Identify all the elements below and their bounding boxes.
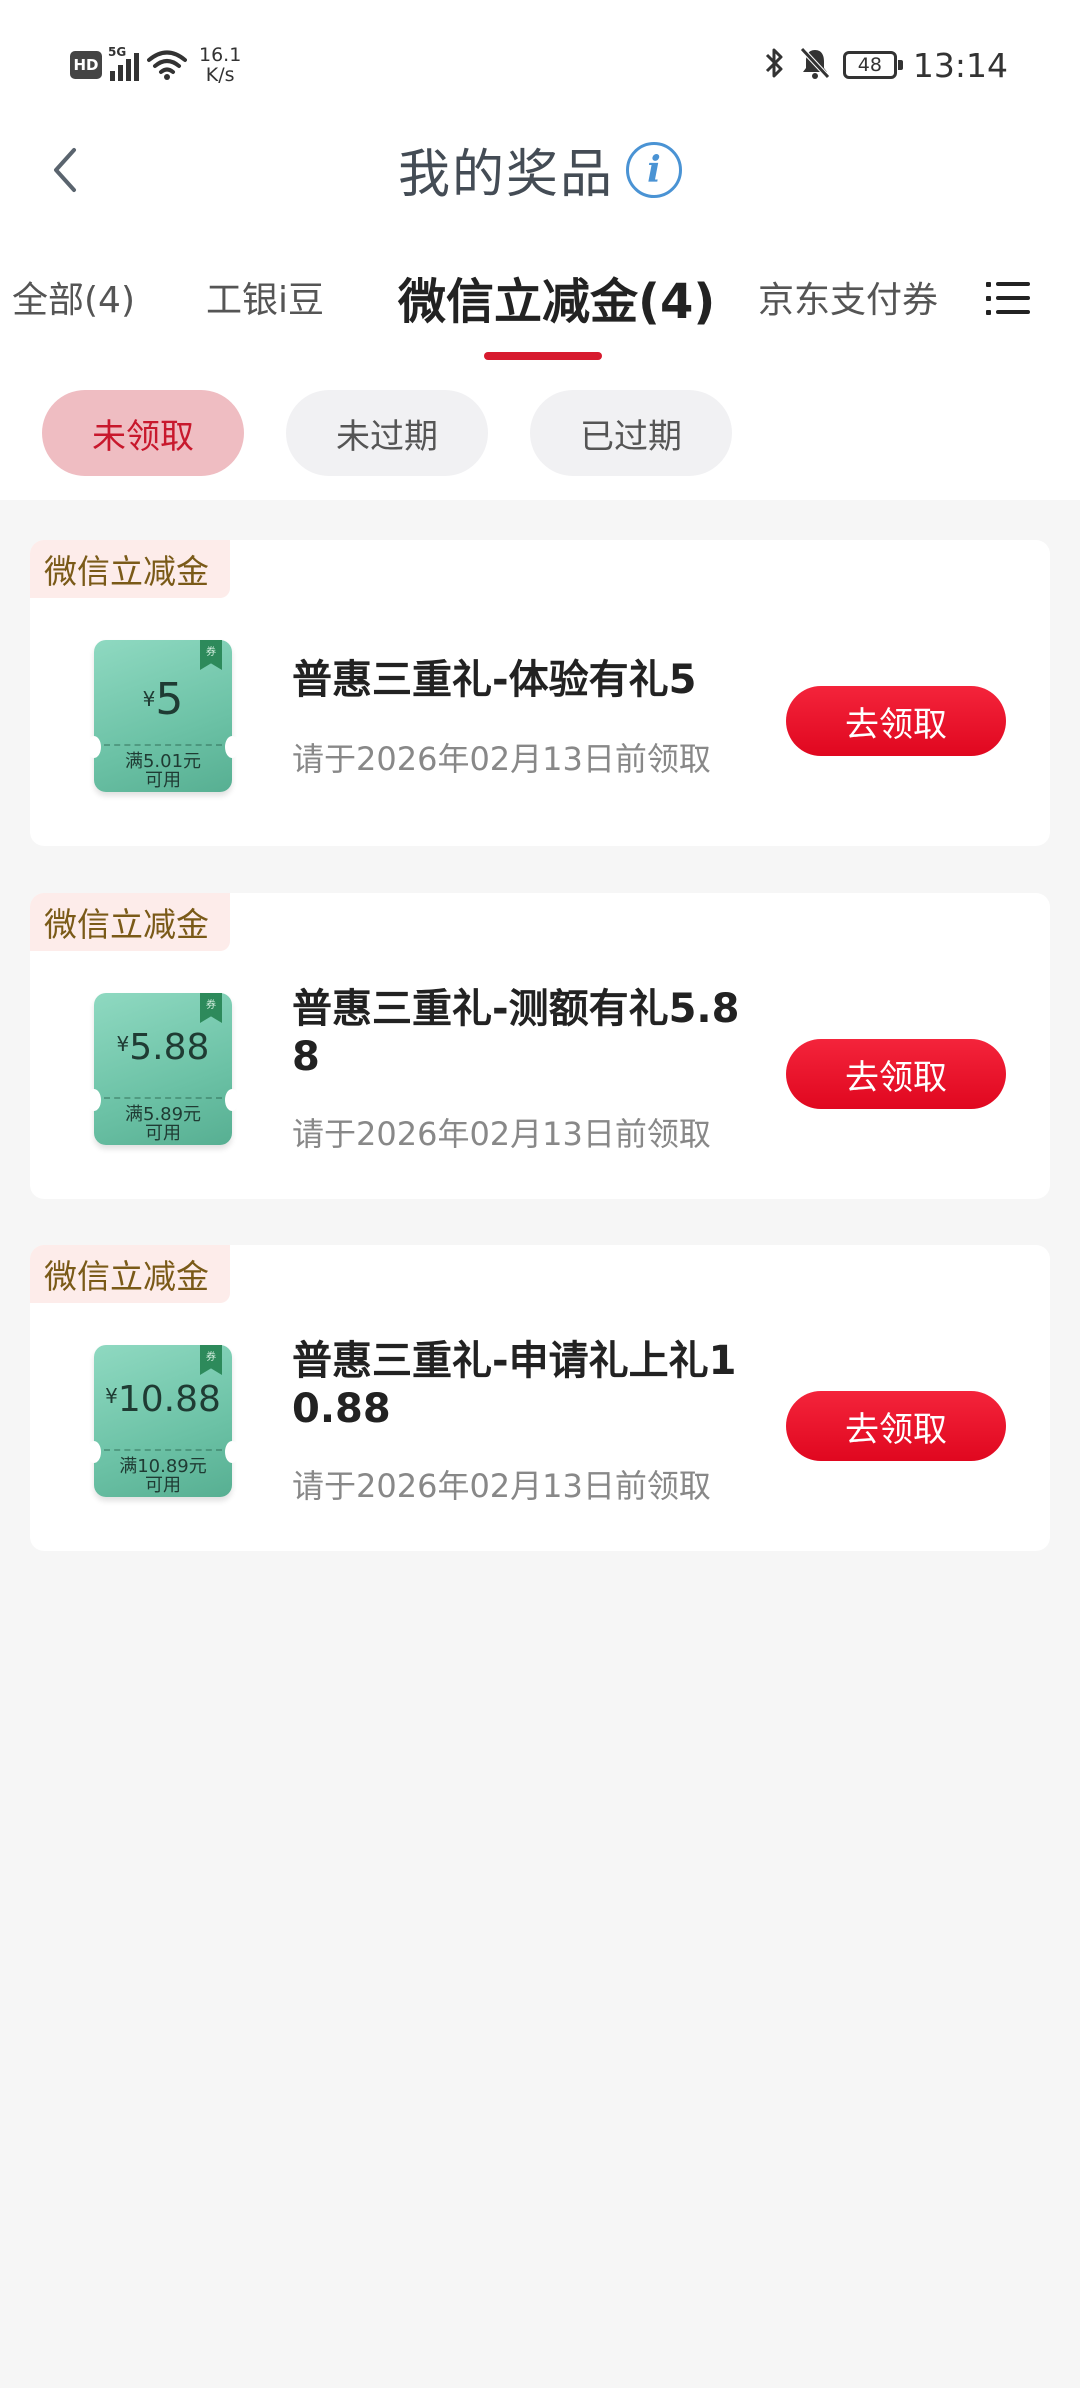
prize-type-tag: 微信立减金 (30, 540, 230, 598)
battery-icon: 48 (842, 51, 903, 79)
prizes-page: HD 5G 16.1 K/s 48 13:14 我的奖品 i 全部(4) 工银i… (0, 0, 1080, 2388)
speed-unit: K/s (205, 64, 235, 86)
title-group: 我的奖品 i (0, 132, 1080, 207)
speed-value: 16.1 (199, 44, 242, 66)
tab-wechat-cash[interactable]: 微信立减金(4) (398, 262, 715, 332)
tab-all[interactable]: 全部(4) (12, 262, 135, 332)
coupon-flag: 券 (200, 993, 222, 1023)
bluetooth-icon (763, 46, 787, 84)
coupon-amount: ¥5 (94, 674, 232, 725)
active-tab-indicator (484, 352, 602, 360)
coupon-condition-line2: 可用 (145, 1123, 181, 1144)
list-menu-icon[interactable] (986, 278, 1030, 318)
network-speed: 16.1 K/s (199, 45, 241, 85)
info-icon[interactable]: i (626, 141, 682, 198)
prize-card: 微信立减金 券 ¥5.88 满5.89元 可用 普惠三重礼-测额有礼5.88 请于… (30, 893, 1050, 1199)
coupon-divider (104, 1097, 222, 1099)
prize-expiry: 请于2026年02月13日前领取 (292, 740, 711, 778)
coupon-currency: ¥ (142, 687, 156, 711)
coupon-amount: ¥10.88 (94, 1379, 232, 1420)
prize-expiry: 请于2026年02月13日前领取 (292, 1467, 711, 1505)
coupon-divider (104, 1449, 222, 1451)
category-tabs: 全部(4) 工银i豆 微信立减金(4) 京东支付券 (0, 262, 1080, 362)
coupon-flag: 券 (200, 640, 222, 670)
coupon-currency: ¥ (116, 1032, 130, 1056)
tab-jd-pay[interactable]: 京东支付券 (758, 262, 938, 332)
coupon-icon: 券 ¥10.88 满10.89元 可用 (87, 1345, 239, 1497)
coupon-condition-line2: 可用 (145, 770, 181, 791)
coupon-flag: 券 (200, 1345, 222, 1375)
nav-header: 我的奖品 i (0, 120, 1080, 220)
filter-unclaimed[interactable]: 未领取 (42, 390, 244, 476)
prize-type-tag: 微信立减金 (30, 893, 230, 951)
claim-button[interactable]: 去领取 (786, 686, 1006, 756)
prize-type-tag: 微信立减金 (30, 1245, 230, 1303)
status-filters: 未领取 未过期 已过期 (42, 390, 732, 476)
prize-title: 普惠三重礼-体验有礼5 (292, 657, 697, 703)
wifi-icon (147, 49, 187, 81)
coupon-condition: 满5.01元 可用 (94, 752, 232, 790)
network-type: 5G (108, 45, 127, 59)
coupon-icon: 券 ¥5.88 满5.89元 可用 (87, 993, 239, 1145)
tab-icbc-beans[interactable]: 工银i豆 (206, 262, 324, 332)
coupon-icon: 券 ¥5 满5.01元 可用 (87, 640, 239, 792)
prize-expiry: 请于2026年02月13日前领取 (292, 1115, 711, 1153)
hd-icon: HD (70, 51, 102, 79)
coupon-amount: ¥5.88 (94, 1027, 232, 1068)
prize-title: 普惠三重礼-测额有礼5.88 (292, 986, 740, 1080)
bell-off-icon (799, 46, 831, 84)
coupon-condition-line2: 可用 (145, 1475, 181, 1496)
status-left: HD 5G 16.1 K/s (70, 40, 241, 90)
coupon-currency: ¥ (105, 1384, 118, 1408)
prize-card: 微信立减金 券 ¥10.88 满10.89元 可用 普惠三重礼-申请礼上礼10.8… (30, 1245, 1050, 1551)
filter-not-expired[interactable]: 未过期 (286, 390, 488, 476)
coupon-condition-line1: 满10.89元 (119, 1456, 207, 1477)
clock: 13:14 (912, 45, 1008, 85)
coupon-condition: 满10.89元 可用 (94, 1457, 232, 1495)
coupon-condition-line1: 满5.01元 (124, 751, 202, 772)
status-right: 48 13:14 (763, 40, 1008, 90)
coupon-value: 5.88 (129, 1027, 210, 1068)
claim-button[interactable]: 去领取 (786, 1391, 1006, 1461)
status-bar: HD 5G 16.1 K/s 48 13:14 (0, 0, 1080, 130)
coupon-condition: 满5.89元 可用 (94, 1105, 232, 1143)
coupon-condition-line1: 满5.89元 (124, 1104, 202, 1125)
coupon-value: 5 (155, 674, 184, 725)
prize-title: 普惠三重礼-申请礼上礼10.88 (292, 1338, 737, 1432)
signal-icon: 5G (108, 45, 139, 81)
filter-expired[interactable]: 已过期 (530, 390, 732, 476)
page-title: 我的奖品 (397, 145, 614, 205)
prize-card: 微信立减金 券 ¥5 满5.01元 可用 普惠三重礼-体验有礼5 请于2026年0… (30, 540, 1050, 846)
coupon-value: 10.88 (117, 1379, 221, 1420)
coupon-divider (104, 744, 222, 746)
claim-button[interactable]: 去领取 (786, 1039, 1006, 1109)
